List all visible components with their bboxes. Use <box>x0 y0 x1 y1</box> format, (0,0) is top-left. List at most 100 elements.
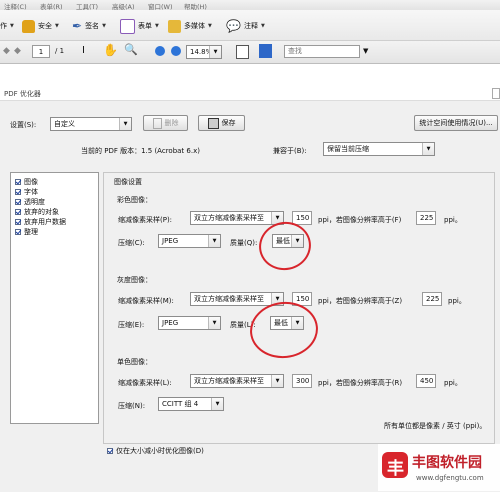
multimedia-button[interactable]: 多媒体 ▼ <box>168 18 212 34</box>
floppy-disk-icon <box>207 117 219 129</box>
mono-compression-value: CCITT 组 4 <box>162 400 199 408</box>
gray-ppi-text: ppi，若图像分辨率高于(Z) <box>318 297 403 305</box>
color-ppi-text: ppi，若图像分辨率高于(F) <box>318 216 402 224</box>
settings-value: 自定义 <box>54 120 75 128</box>
film-icon <box>168 19 181 33</box>
delete-button[interactable]: 删除 <box>143 115 188 131</box>
chevron-down-icon: ▼ <box>422 143 434 155</box>
mono-ppi-text: ppi，若图像分辨率高于(R) <box>318 379 403 387</box>
category-label: 透明度 <box>24 198 45 206</box>
brand-logo-icon: 丰 <box>382 452 408 479</box>
gray-images-heading: 灰度图像： <box>117 276 152 284</box>
mono-ppi-input[interactable]: 300 <box>292 374 312 388</box>
category-item-transparency[interactable]: 透明度 <box>15 197 45 207</box>
gray-downsample-value: 双立方缩减像素采样至 <box>194 295 264 303</box>
next-page-icon[interactable]: ◆ <box>14 46 21 56</box>
category-item-fonts[interactable]: 字体 <box>15 187 38 197</box>
compat-value: 保留当前压缩 <box>327 145 369 153</box>
mono-above-input[interactable]: 450 <box>416 374 436 388</box>
category-item-discard-user-data[interactable]: 放弃用户数据 <box>15 217 66 227</box>
checkbox[interactable] <box>15 179 21 185</box>
gray-above-input[interactable]: 225 <box>422 292 442 306</box>
forms-button[interactable]: 表单 ▼ <box>120 18 159 34</box>
checkbox[interactable] <box>15 219 21 225</box>
chevron-down-icon: ▼ <box>208 23 212 29</box>
checkbox[interactable] <box>15 189 21 195</box>
optimize-only-option[interactable]: 仅在大小减小时优化图像(D) <box>107 446 204 456</box>
task-toolbar: 作 ▼ 安全 ▼ ✒ 签名 ▼ 表单 ▼ 多媒体 ▼ 💬 注释 ▼ <box>0 10 500 41</box>
gray-compression-label: 压缩(E): <box>118 321 145 329</box>
section-title: 图像设置 <box>112 177 144 187</box>
category-item-discard-objects[interactable]: 放弃的对象 <box>15 207 59 217</box>
delete-label: 删除 <box>164 119 179 127</box>
page-number-input[interactable]: 1 <box>32 45 50 58</box>
color-above-input[interactable]: 225 <box>416 211 436 225</box>
settings-select[interactable]: 自定义 ▼ <box>50 117 132 131</box>
chevron-down-icon: ▼ <box>209 46 221 58</box>
color-compression-select[interactable]: JPEG ▼ <box>158 234 221 248</box>
comment-label: 注释 <box>243 22 258 30</box>
fit-page-icon[interactable] <box>236 45 249 59</box>
category-label: 整理 <box>24 228 38 236</box>
pen-icon: ✒ <box>72 19 83 33</box>
category-list: 图像 字体 透明度 放弃的对象 放弃用户数据 整理 <box>10 172 99 424</box>
fit-width-icon[interactable] <box>259 44 272 58</box>
color-compression-value: JPEG <box>162 237 179 245</box>
sign-button[interactable]: ✒ 签名 ▼ <box>72 18 106 34</box>
watermark-url: www.dgfengtu.com <box>416 474 484 482</box>
chevron-down-icon: ▼ <box>271 375 283 387</box>
create-label: 作 <box>0 22 7 30</box>
color-ppi-unit: ppi。 <box>444 216 462 224</box>
current-pdf-version: 当前的 PDF 版本：1.5 (Acrobat 6.x) <box>81 147 200 155</box>
comment-button[interactable]: 💬 注释 ▼ <box>226 18 265 34</box>
checkbox[interactable] <box>15 199 21 205</box>
color-images-heading: 彩色图像： <box>117 196 152 204</box>
compat-select[interactable]: 保留当前压缩 ▼ <box>323 142 435 156</box>
zoom-tool-icon[interactable]: 🔍 <box>124 43 138 56</box>
lock-icon <box>22 19 35 33</box>
chevron-down-icon: ▼ <box>208 235 220 247</box>
mono-compression-select[interactable]: CCITT 组 4 ▼ <box>158 397 224 411</box>
color-downsample-value: 双立方缩减像素采样至 <box>194 214 264 222</box>
settings-label: 设置(S): <box>10 121 37 129</box>
checkbox[interactable] <box>15 209 21 215</box>
select-text-icon[interactable]: I <box>82 45 85 56</box>
create-button[interactable]: 作 ▼ <box>0 18 14 34</box>
save-label: 保存 <box>221 119 236 127</box>
zoom-out-icon[interactable] <box>155 46 165 56</box>
mono-downsample-select[interactable]: 双立方缩减像素采样至 ▼ <box>190 374 284 388</box>
window-button[interactable] <box>492 88 500 99</box>
gray-compression-value: JPEG <box>162 319 179 327</box>
navigation-toolbar: ◆ ◆ 1 / 1 I ✋ 🔍 14.8% ▼ ▼ <box>0 41 500 64</box>
hand-tool-icon[interactable]: ✋ <box>103 43 118 57</box>
category-item-clean-up[interactable]: 整理 <box>15 227 38 237</box>
save-button[interactable]: 保存 <box>198 115 245 131</box>
zoom-in-icon[interactable] <box>171 46 181 56</box>
dialog-title: PDF 优化器 <box>4 90 41 98</box>
previous-page-icon[interactable]: ◆ <box>3 46 10 56</box>
speech-bubble-icon: 💬 <box>226 19 241 33</box>
gray-downsample-label: 缩减像素采样(M): <box>118 297 174 305</box>
audit-space-button[interactable]: 统计空间使用情况(U)... <box>414 115 498 131</box>
security-label: 安全 <box>38 22 52 30</box>
checkbox[interactable] <box>15 229 21 235</box>
mono-downsample-value: 双立方缩减像素采样至 <box>194 377 264 385</box>
category-label: 放弃用户数据 <box>24 218 66 226</box>
chevron-down-icon: ▼ <box>119 118 131 130</box>
find-input[interactable] <box>284 45 360 58</box>
category-label: 字体 <box>24 188 38 196</box>
mono-downsample-label: 缩减像素采样(L): <box>118 379 172 387</box>
mono-compression-label: 压缩(N): <box>118 402 146 410</box>
find-options-icon[interactable]: ▼ <box>363 47 368 55</box>
dialog-titlebar: PDF 优化器 <box>0 86 500 101</box>
gray-compression-select[interactable]: JPEG ▼ <box>158 316 221 330</box>
compat-label: 兼容于(B): <box>273 147 307 155</box>
category-item-images[interactable]: 图像 <box>15 177 38 187</box>
zoom-select[interactable]: 14.8% ▼ <box>186 45 222 59</box>
security-button[interactable]: 安全 ▼ <box>22 18 59 34</box>
checkbox[interactable] <box>107 448 113 454</box>
audit-space-label: 统计空间使用情况(U)... <box>419 119 493 127</box>
color-downsample-select[interactable]: 双立方缩减像素采样至 ▼ <box>190 211 284 225</box>
chevron-down-icon: ▼ <box>211 398 223 410</box>
mono-images-heading: 单色图像： <box>117 358 152 366</box>
